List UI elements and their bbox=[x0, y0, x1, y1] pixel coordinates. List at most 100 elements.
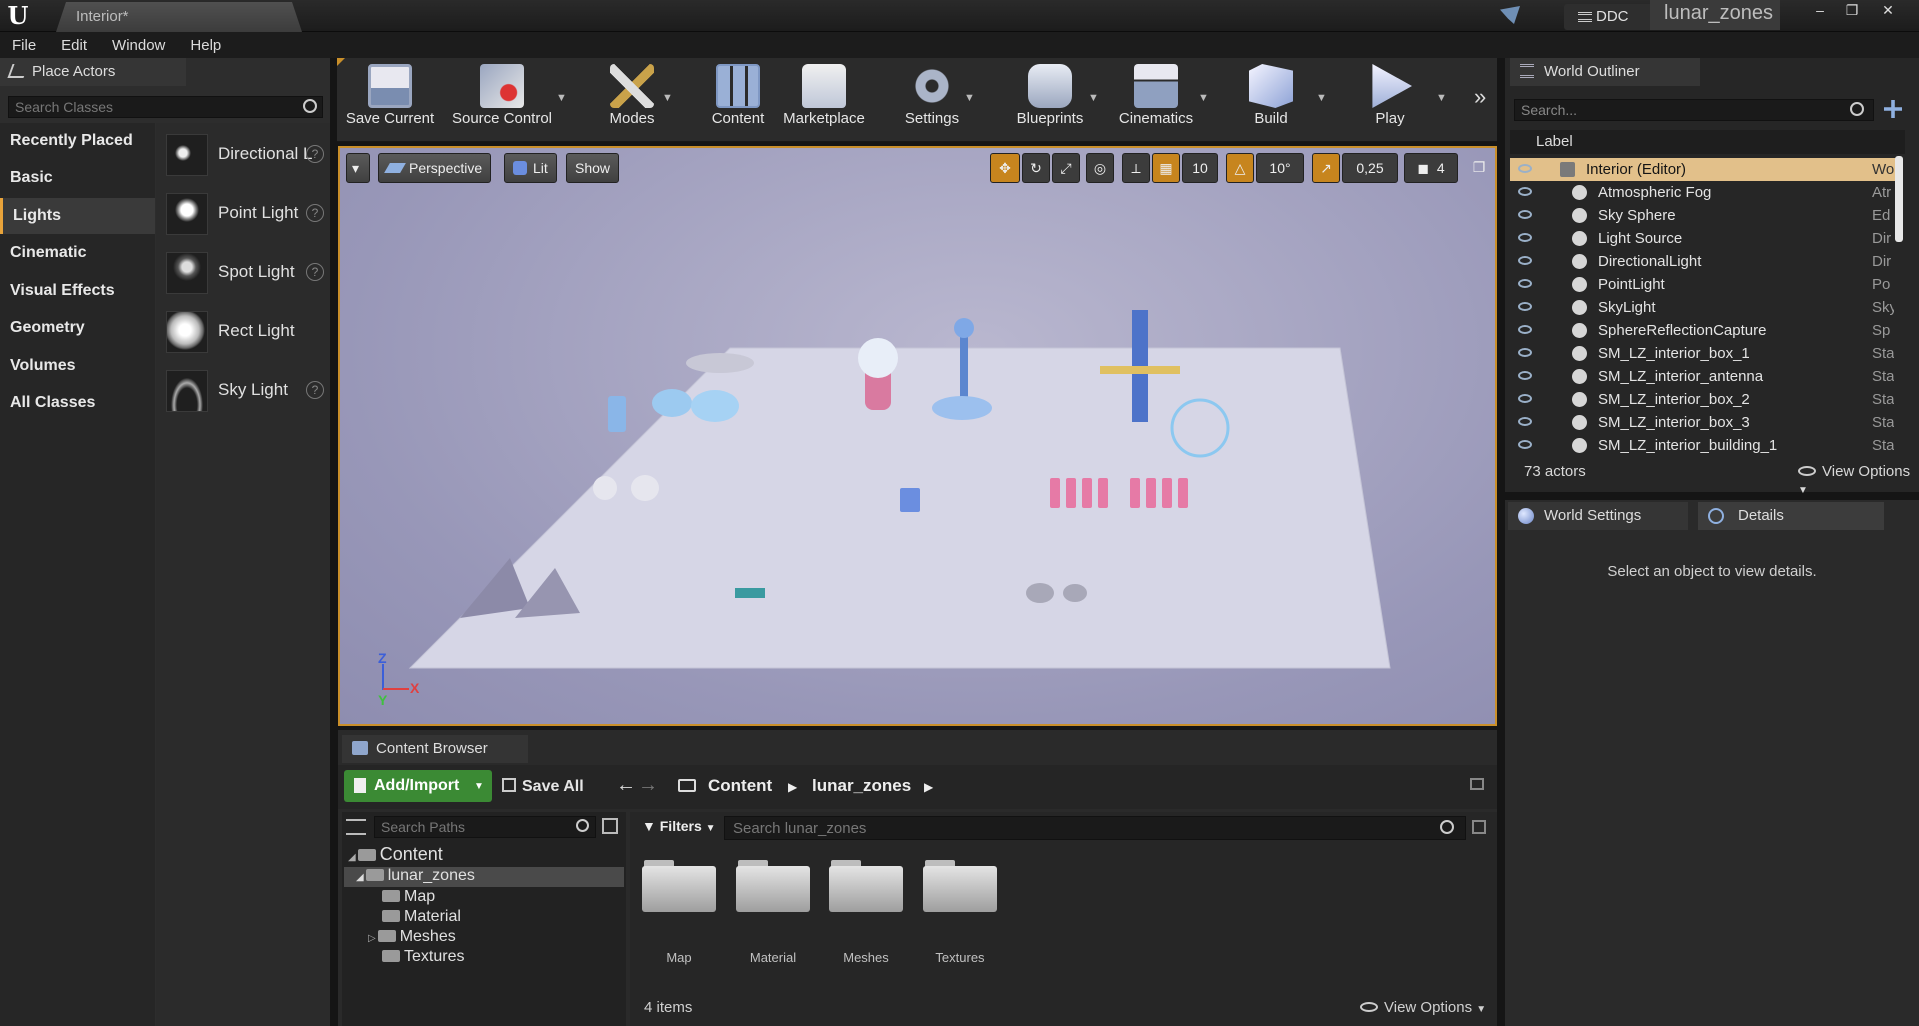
maximize-button[interactable]: ❐ bbox=[1836, 0, 1868, 22]
ddc-button[interactable]: DDC bbox=[1564, 4, 1660, 30]
blueprints-dropdown-icon[interactable]: ▼ bbox=[1088, 92, 1099, 104]
view-mode-lit-button[interactable]: Lit bbox=[504, 153, 557, 183]
outliner-row[interactable]: DirectionalLight Dir bbox=[1510, 250, 1896, 273]
save-all-button[interactable]: Save All bbox=[522, 778, 584, 796]
menu-help[interactable]: Help bbox=[190, 37, 221, 54]
scale-tool-icon[interactable]: ⤢ bbox=[1052, 153, 1080, 183]
rotate-tool-icon[interactable]: ↻ bbox=[1022, 153, 1050, 183]
category-visual-effects[interactable]: Visual Effects bbox=[0, 273, 155, 309]
category-lights[interactable]: Lights bbox=[0, 198, 155, 234]
tree-item-material[interactable]: Material bbox=[382, 908, 461, 926]
settings-dropdown-icon[interactable]: ▼ bbox=[964, 92, 975, 104]
outliner-view-options-button[interactable]: View Options ▼ bbox=[1798, 463, 1919, 497]
tree-item-map[interactable]: Map bbox=[382, 888, 435, 906]
path-view-options-icon[interactable] bbox=[602, 818, 618, 834]
tree-item-content[interactable]: ◢ Content bbox=[348, 844, 624, 866]
settings-button[interactable]: Settings bbox=[894, 60, 970, 140]
outliner-search-input[interactable]: Search... bbox=[1514, 99, 1874, 121]
outliner-row[interactable]: SM_LZ_interior_building_1 Sta bbox=[1510, 434, 1896, 457]
category-basic[interactable]: Basic bbox=[0, 160, 155, 196]
forward-arrow-icon[interactable]: → bbox=[638, 774, 658, 797]
perspective-button[interactable]: Perspective bbox=[378, 153, 492, 183]
help-icon[interactable]: ? bbox=[306, 145, 324, 163]
build-button[interactable]: Build bbox=[1236, 60, 1306, 140]
category-geometry[interactable]: Geometry bbox=[0, 310, 155, 346]
close-button[interactable]: ✕ bbox=[1872, 0, 1904, 22]
visibility-eye-icon[interactable] bbox=[1518, 302, 1532, 311]
viewport-options-button[interactable]: ▾ bbox=[346, 153, 370, 183]
outliner-scrollbar[interactable] bbox=[1895, 156, 1903, 242]
rotation-snap-value[interactable]: 10° bbox=[1256, 153, 1304, 183]
collapse-sources-icon[interactable] bbox=[346, 819, 366, 835]
actor-item-rect-light[interactable]: Rect Light bbox=[164, 307, 324, 357]
blueprints-button[interactable]: Blueprints bbox=[1006, 60, 1094, 140]
menu-file[interactable]: File bbox=[12, 37, 36, 54]
marketplace-button[interactable]: Marketplace bbox=[778, 60, 870, 140]
search-icon[interactable] bbox=[1850, 102, 1864, 116]
category-cinematic[interactable]: Cinematic bbox=[0, 235, 155, 271]
maximize-viewport-icon[interactable]: ❐ bbox=[1466, 153, 1492, 183]
translate-tool-icon[interactable]: ✥ bbox=[990, 153, 1020, 183]
world-settings-tab[interactable]: World Settings bbox=[1508, 502, 1688, 530]
content-browser-tab[interactable]: Content Browser bbox=[342, 735, 528, 763]
add-import-button[interactable]: Add/Import bbox=[344, 770, 492, 802]
visibility-eye-icon[interactable] bbox=[1518, 348, 1532, 357]
scale-snap-toggle-icon[interactable]: ↗ bbox=[1312, 153, 1340, 183]
save-current-button[interactable]: Save Current bbox=[342, 60, 438, 140]
play-button[interactable]: Play bbox=[1354, 60, 1426, 140]
outliner-row[interactable]: Atmospheric Fog Atr bbox=[1510, 181, 1896, 204]
actor-item-directional-light[interactable]: Directional Light ? bbox=[164, 130, 324, 180]
outliner-row[interactable]: Sky Sphere Ed bbox=[1510, 204, 1896, 227]
folder-tile-textures[interactable] bbox=[923, 858, 997, 914]
outliner-row[interactable]: SphereReflectionCapture Sp bbox=[1510, 319, 1896, 342]
show-flags-button[interactable]: Show bbox=[566, 153, 620, 183]
grid-snap-value[interactable]: 10 bbox=[1182, 153, 1218, 183]
surface-snapping-icon[interactable]: ⟂ bbox=[1122, 153, 1150, 183]
source-control-button[interactable]: Source Control bbox=[446, 60, 558, 140]
rotation-snap-toggle-icon[interactable]: △ bbox=[1226, 153, 1254, 183]
search-paths-input[interactable]: Search Paths bbox=[374, 816, 596, 838]
content-button[interactable]: Content bbox=[700, 60, 776, 140]
folder-tile-map[interactable] bbox=[642, 858, 716, 914]
visibility-eye-icon[interactable] bbox=[1518, 164, 1532, 173]
category-volumes[interactable]: Volumes bbox=[0, 348, 155, 384]
breadcrumb-expand-icon[interactable]: ▶ bbox=[924, 780, 933, 794]
play-dropdown-icon[interactable]: ▼ bbox=[1436, 92, 1447, 104]
tree-item-lunar-zones[interactable]: ◢ lunar_zones bbox=[344, 867, 624, 887]
details-tab[interactable]: Details bbox=[1698, 502, 1884, 530]
breadcrumb-lunar-zones[interactable]: lunar_zones bbox=[812, 776, 911, 796]
lock-icon[interactable] bbox=[1470, 778, 1484, 790]
outliner-row[interactable]: SM_LZ_interior_box_3 Sta bbox=[1510, 411, 1896, 434]
world-outliner-tab[interactable]: World Outliner bbox=[1510, 58, 1700, 86]
menu-edit[interactable]: Edit bbox=[61, 37, 87, 54]
visibility-eye-icon[interactable] bbox=[1518, 394, 1532, 403]
outliner-row[interactable]: SM_LZ_interior_antenna Sta bbox=[1510, 365, 1896, 388]
actor-item-point-light[interactable]: Point Light ? bbox=[164, 189, 324, 239]
scale-snap-value[interactable]: 0,25 bbox=[1342, 153, 1398, 183]
tree-item-textures[interactable]: Textures bbox=[382, 948, 464, 966]
outliner-row[interactable]: SkyLight Sky bbox=[1510, 296, 1896, 319]
visibility-eye-icon[interactable] bbox=[1518, 417, 1532, 426]
visibility-eye-icon[interactable] bbox=[1518, 325, 1532, 334]
tree-item-meshes[interactable]: ▷ Meshes bbox=[368, 928, 456, 946]
modes-button[interactable]: Modes bbox=[594, 60, 670, 140]
level-viewport[interactable] bbox=[338, 146, 1497, 726]
source-control-dropdown-icon[interactable]: ▼ bbox=[556, 92, 567, 104]
visibility-eye-icon[interactable] bbox=[1518, 233, 1532, 242]
visibility-eye-icon[interactable] bbox=[1518, 187, 1532, 196]
visibility-eye-icon[interactable] bbox=[1518, 440, 1532, 449]
folder-tile-material[interactable] bbox=[736, 858, 810, 914]
help-icon[interactable]: ? bbox=[306, 263, 324, 281]
back-arrow-icon[interactable]: ← bbox=[616, 774, 636, 797]
cinematics-button[interactable]: Cinematics bbox=[1110, 60, 1202, 140]
visibility-eye-icon[interactable] bbox=[1518, 279, 1532, 288]
visibility-eye-icon[interactable] bbox=[1518, 210, 1532, 219]
filters-button[interactable]: ▼ Filters ▼ bbox=[642, 818, 716, 834]
menu-window[interactable]: Window bbox=[112, 37, 165, 54]
document-tab[interactable]: Interior* bbox=[56, 2, 302, 32]
category-all-classes[interactable]: All Classes bbox=[0, 385, 155, 421]
outliner-row[interactable]: Light Source Dir bbox=[1510, 227, 1896, 250]
search-classes-input[interactable]: Search Classes bbox=[8, 96, 323, 118]
actor-item-spot-light[interactable]: Spot Light ? bbox=[164, 248, 324, 298]
visibility-eye-icon[interactable] bbox=[1518, 256, 1532, 265]
